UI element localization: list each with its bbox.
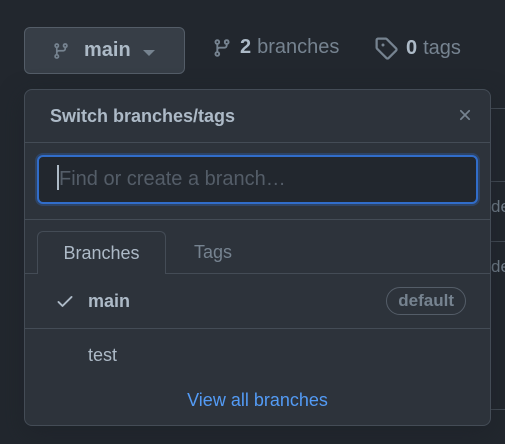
dropdown-header: Switch branches/tags [25,90,490,143]
branches-label: branches [257,36,340,58]
branch-name: main [88,290,131,311]
check-icon [55,291,75,311]
branch-item-main[interactable]: main default [25,274,490,329]
text-cursor [57,165,59,190]
close-icon[interactable] [456,106,474,124]
tags-label: tags [423,36,461,59]
branch-item-test[interactable]: test [25,328,490,382]
filter-section [25,143,490,220]
git-branch-icon [212,37,232,59]
chevron-down-icon [142,49,155,56]
branch-tag-tabs: Branches Tags [25,219,490,274]
branch-select-label: main [84,39,131,61]
view-all-branches-link[interactable]: View all branches [25,390,490,411]
background-row-text: de [491,257,505,276]
tags-count: 0 [406,36,418,59]
tab-branches[interactable]: Branches [37,231,166,274]
tag-icon [374,36,398,60]
branch-dropdown: Switch branches/tags Branches Tags main … [24,89,491,426]
branch-name: test [88,344,118,365]
branch-select-button[interactable]: main [24,27,185,74]
branches-link[interactable]: 2 branches [212,36,339,59]
branches-count: 2 [240,36,252,58]
background-row-text: de [491,197,505,216]
dropdown-title: Switch branches/tags [50,106,236,126]
git-branch-icon [52,41,70,61]
tab-tags[interactable]: Tags [175,231,251,273]
tags-link[interactable]: 0 tags [374,36,461,60]
default-badge: default [386,287,466,315]
branch-filter-input[interactable] [37,155,478,204]
